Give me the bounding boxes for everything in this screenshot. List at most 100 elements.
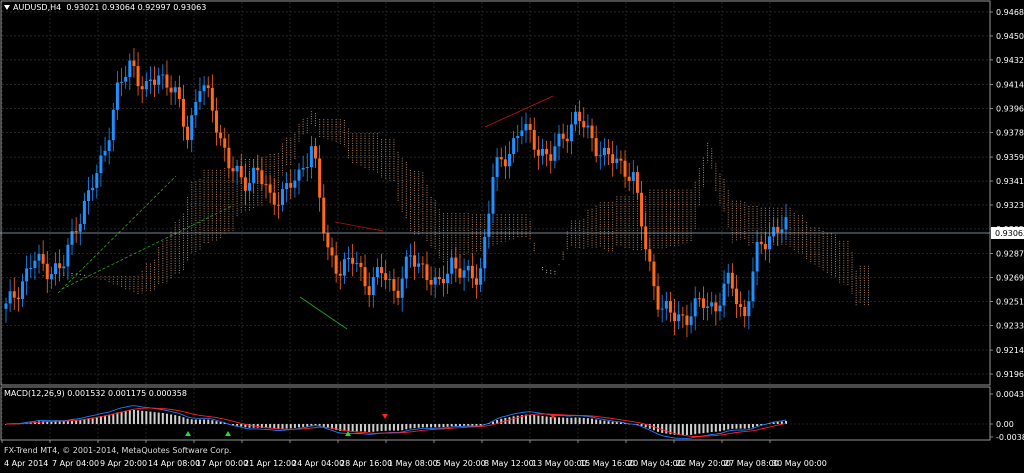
candle-body — [363, 267, 367, 287]
macd-histogram-bar — [434, 424, 437, 428]
candle-body — [759, 241, 763, 244]
candle-body — [214, 110, 218, 133]
macd-histogram-bar — [108, 414, 111, 424]
candle-body — [384, 273, 388, 280]
candle-body — [206, 85, 210, 88]
candle-body — [763, 243, 767, 250]
candle-body — [446, 273, 450, 284]
candle-body — [685, 315, 689, 325]
current-price-value: 0.93063 — [995, 229, 1024, 238]
candle-body — [301, 167, 305, 170]
macd-histogram-bar — [364, 424, 367, 432]
candle-body — [268, 184, 272, 193]
candle-body — [487, 213, 491, 237]
candle-body — [693, 298, 697, 317]
y-tick-label: 0.93780 — [996, 128, 1024, 137]
candle-body — [483, 236, 487, 269]
candle-body — [673, 312, 677, 322]
candle-body — [235, 165, 239, 172]
candle-body — [260, 170, 264, 185]
chart-background — [0, 0, 1024, 469]
macd-histogram-bar — [128, 410, 131, 424]
macd-histogram-bar — [603, 420, 606, 424]
x-tick-label: 24 Apr 04:00 — [292, 459, 344, 468]
candle-body — [103, 150, 107, 156]
candle-body — [776, 226, 780, 233]
candle-body — [767, 236, 771, 250]
macd-histogram-bar — [298, 424, 301, 428]
macd-histogram-bar — [677, 424, 680, 435]
candle-body — [161, 74, 165, 76]
macd-histogram-bar — [533, 414, 536, 424]
macd-histogram-bar — [157, 412, 160, 424]
macd-histogram-bar — [240, 424, 243, 427]
candle-body — [730, 272, 734, 289]
macd-histogram-bar — [318, 424, 321, 426]
dropdown-triangle-icon[interactable] — [4, 5, 10, 10]
candle-body — [181, 98, 185, 127]
macd-histogram-bar — [104, 415, 107, 424]
candle-body — [45, 263, 49, 280]
candle-body — [516, 135, 520, 139]
macd-histogram-bar — [355, 424, 358, 432]
candle-body — [198, 91, 202, 102]
macd-histogram-bar — [368, 424, 371, 432]
x-tick-label: 20 May 04:00 — [628, 459, 683, 468]
candle-body — [590, 125, 594, 139]
candle-body — [726, 272, 730, 284]
candle-body — [607, 147, 611, 155]
candle-body — [404, 256, 408, 279]
macd-histogram-bar — [772, 422, 775, 424]
candle-body — [281, 189, 285, 206]
candle-body — [62, 266, 66, 269]
macd-histogram-bar — [380, 424, 383, 432]
candle-body — [54, 263, 58, 275]
candle-body — [569, 124, 573, 142]
candle-body — [82, 201, 86, 224]
candle-body — [507, 153, 511, 167]
macd-histogram-bar — [207, 419, 210, 424]
candle-body — [689, 316, 693, 325]
candle-body — [470, 265, 474, 279]
candle-body — [755, 241, 759, 272]
candle-body — [681, 314, 685, 316]
candle-body — [697, 298, 701, 300]
macd-histogram-bar — [661, 424, 664, 433]
y-tick-label: 0.94505 — [996, 32, 1024, 41]
macd-histogram-bar — [54, 421, 57, 424]
candle-body — [132, 60, 136, 67]
price-chart[interactable]: 0.94685 0.94505 0.94325 0.94140 0.93960 0.937… — [0, 0, 1024, 469]
macd-histogram-bar — [558, 417, 561, 424]
macd-histogram-bar — [392, 424, 395, 431]
macd-histogram-bar — [549, 417, 552, 424]
macd-histogram-bar — [731, 424, 734, 429]
candle-body — [710, 302, 714, 307]
macd-histogram-bar — [463, 424, 466, 426]
candle-body — [359, 262, 363, 268]
candle-body — [375, 267, 379, 278]
macd-histogram-bar — [566, 417, 569, 424]
chart-canvas[interactable]: 0.94685 0.94505 0.94325 0.94140 0.93960 0.937… — [0, 0, 1024, 469]
macd-histogram-bar — [751, 424, 754, 428]
macd-histogram-bar — [479, 424, 482, 426]
candle-body — [784, 217, 788, 230]
macd-histogram-bar — [516, 415, 519, 424]
candle-body — [780, 229, 784, 233]
candle-body — [107, 140, 111, 151]
macd-histogram-bar — [293, 424, 296, 428]
macd-histogram-bar — [405, 424, 408, 430]
x-tick-label: 17 Apr 00:00 — [196, 459, 248, 468]
x-tick-label: 28 Apr 16:00 — [340, 459, 392, 468]
macd-histogram-bar — [537, 415, 540, 424]
x-tick-label: 13 May 00:00 — [532, 459, 587, 468]
macd-histogram-bar — [145, 411, 148, 424]
macd-histogram-bar — [698, 424, 701, 434]
macd-histogram-bar — [553, 417, 556, 424]
candle-body — [87, 190, 91, 202]
candle-body — [322, 197, 326, 234]
macd-histogram-bar — [710, 424, 713, 433]
candle-body — [466, 265, 470, 271]
macd-histogram-bar — [376, 424, 379, 432]
candle-body — [660, 308, 664, 310]
candle-body — [285, 183, 289, 190]
